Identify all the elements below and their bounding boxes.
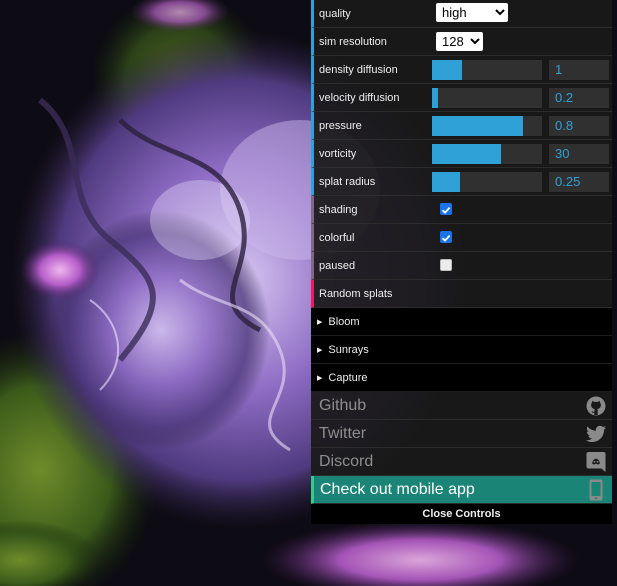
velocity-diffusion-slider[interactable] (432, 88, 542, 108)
shading-checkbox[interactable] (440, 203, 452, 215)
mobile-app-link-label: Check out mobile app (320, 480, 475, 498)
paused-row: paused (311, 252, 612, 280)
quality-label: quality (319, 7, 351, 20)
splat-radius-slider[interactable] (432, 172, 542, 192)
paused-checkbox[interactable] (440, 259, 452, 271)
folder-bloom-label: Bloom (328, 315, 360, 328)
pressure-row: pressure 0.8 (311, 112, 612, 140)
pressure-slider[interactable] (432, 116, 542, 136)
splat-radius-label: splat radius (319, 175, 376, 188)
density-diffusion-label: density diffusion (319, 63, 398, 76)
random-splats-label: Random splats (319, 287, 393, 300)
velocity-diffusion-input[interactable]: 0.2 (549, 88, 609, 108)
quality-select[interactable]: high (436, 3, 508, 22)
slider-fill (432, 172, 460, 192)
discord-icon (585, 451, 607, 473)
splat-radius-row: splat radius 0.25 (311, 168, 612, 196)
slider-fill (432, 144, 502, 164)
twitter-icon (585, 423, 607, 445)
shading-row: shading (311, 196, 612, 224)
density-diffusion-row: density diffusion 1 (311, 56, 612, 84)
colorful-label: colorful (319, 231, 355, 244)
discord-link-label: Discord (319, 452, 374, 470)
colorful-checkbox[interactable] (440, 231, 452, 243)
splat-radius-input[interactable]: 0.25 (549, 172, 609, 192)
folder-bloom[interactable]: ▶ Bloom (311, 308, 612, 336)
folder-capture[interactable]: ▶ Capture (311, 364, 612, 392)
collapsed-triangle-icon: ▶ (317, 374, 323, 382)
vorticity-input[interactable]: 30 (549, 144, 609, 164)
slider-fill (432, 116, 524, 136)
pressure-input[interactable]: 0.8 (549, 116, 609, 136)
velocity-diffusion-row: velocity diffusion 0.2 (311, 84, 612, 112)
folder-sunrays-label: Sunrays (328, 343, 369, 356)
paused-label: paused (319, 259, 356, 272)
github-link-label: Github (319, 396, 367, 414)
smartphone-icon (585, 479, 607, 501)
checkmark-icon (441, 234, 451, 242)
mobile-app-link[interactable]: Check out mobile app (311, 476, 612, 504)
discord-link[interactable]: Discord (311, 448, 612, 476)
close-controls-button[interactable]: Close Controls (311, 504, 612, 524)
github-link[interactable]: Github (311, 392, 612, 420)
checkmark-icon (441, 206, 451, 214)
pressure-label: pressure (319, 119, 362, 132)
twitter-link[interactable]: Twitter (311, 420, 612, 448)
density-diffusion-input[interactable]: 1 (549, 60, 609, 80)
shading-label: shading (319, 203, 358, 216)
github-icon (585, 395, 607, 417)
twitter-link-label: Twitter (319, 424, 367, 442)
sim-resolution-select[interactable]: 128 (436, 32, 483, 51)
folder-sunrays[interactable]: ▶ Sunrays (311, 336, 612, 364)
random-splats-button[interactable]: Random splats (311, 280, 612, 308)
velocity-diffusion-label: velocity diffusion (319, 91, 400, 104)
collapsed-triangle-icon: ▶ (317, 318, 323, 326)
vorticity-row: vorticity 30 (311, 140, 612, 168)
slider-fill (432, 88, 438, 108)
quality-row: quality high (311, 0, 612, 28)
collapsed-triangle-icon: ▶ (317, 346, 323, 354)
slider-fill (432, 60, 462, 80)
sim-resolution-row: sim resolution 128 (311, 28, 612, 56)
sim-resolution-label: sim resolution (319, 35, 387, 48)
colorful-row: colorful (311, 224, 612, 252)
folder-capture-label: Capture (328, 371, 368, 384)
controls-panel: quality high sim resolution 128 density … (311, 0, 612, 524)
density-diffusion-slider[interactable] (432, 60, 542, 80)
vorticity-slider[interactable] (432, 144, 542, 164)
vorticity-label: vorticity (319, 147, 357, 160)
